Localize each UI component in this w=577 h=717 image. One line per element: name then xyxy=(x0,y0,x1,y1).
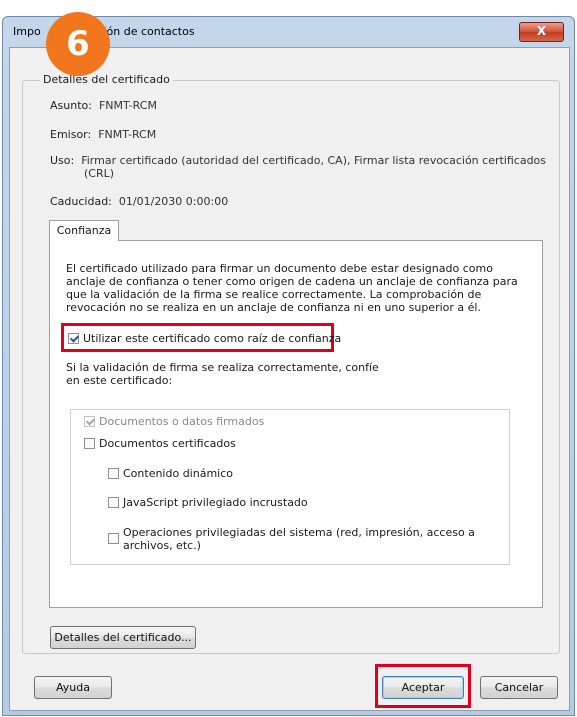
issuer-row: Emisor: FNMT-RCM xyxy=(50,128,156,141)
signed-docs-row: Documentos o datos firmados xyxy=(84,415,264,428)
js-privileged-row[interactable]: JavaScript privilegiado incrustado xyxy=(108,496,308,509)
use-label: Uso: xyxy=(50,154,75,167)
expiry-row: Caducidad: 01/01/2030 0:00:00 xyxy=(50,195,228,208)
dynamic-content-label: Contenido dinámico xyxy=(123,467,233,480)
issuer-label: Emisor: xyxy=(50,128,92,141)
group-legend: Detalles del certificado xyxy=(40,73,173,86)
certified-docs-row[interactable]: Documentos certificados xyxy=(84,437,236,450)
system-ops-checkbox[interactable] xyxy=(108,533,119,544)
root-trust-checkbox-label: Utilizar este certificado como raíz de c… xyxy=(83,332,342,345)
issuer-value: FNMT-RCM xyxy=(98,128,157,141)
close-icon: X xyxy=(536,24,547,38)
system-ops-row[interactable] xyxy=(108,532,123,545)
tab-confianza[interactable]: Confianza xyxy=(49,220,119,241)
expiry-label: Caducidad: xyxy=(50,195,112,208)
accept-button[interactable]: Aceptar xyxy=(382,676,464,699)
js-privileged-checkbox[interactable] xyxy=(108,497,119,508)
subject-row: Asunto: FNMT-RCM xyxy=(50,99,157,112)
step-number-badge: 6 xyxy=(46,12,110,76)
use-row: Uso: Firmar certificado (autoridad del c… xyxy=(50,154,546,167)
use-value-cont: (CRL) xyxy=(84,167,115,180)
use-value: Firmar certificado (autoridad del certif… xyxy=(81,154,547,167)
certified-docs-checkbox[interactable] xyxy=(84,438,95,449)
expiry-value: 01/01/2030 0:00:00 xyxy=(118,195,229,208)
signed-docs-label: Documentos o datos firmados xyxy=(99,415,265,428)
system-ops-label: Operaciones privilegiadas del sistema (r… xyxy=(123,526,475,539)
cancel-button[interactable]: Cancelar xyxy=(480,676,558,699)
dynamic-content-row[interactable]: Contenido dinámico xyxy=(108,467,233,480)
dynamic-content-checkbox[interactable] xyxy=(108,468,119,479)
certificate-details-button[interactable]: Detalles del certificado... xyxy=(50,626,196,649)
root-trust-checkbox-row[interactable]: Utilizar este certificado como raíz de c… xyxy=(68,332,341,345)
certified-docs-label: Documentos certificados xyxy=(99,437,236,450)
close-button[interactable]: X xyxy=(519,22,564,42)
trust-anchor-description: El certificado utilizado para firmar un … xyxy=(66,262,518,314)
window-title-left: Impo xyxy=(13,25,41,38)
subject-value: FNMT-RCM xyxy=(98,99,157,112)
subject-label: Asunto: xyxy=(50,99,92,112)
trust-if-valid-text: Si la validación de firma se realiza cor… xyxy=(66,361,379,387)
system-ops-label-cont: archivos, etc.) xyxy=(123,539,201,552)
root-trust-checkbox[interactable] xyxy=(68,333,79,344)
js-privileged-label: JavaScript privilegiado incrustado xyxy=(123,496,308,509)
help-button[interactable]: Ayuda xyxy=(34,676,112,699)
signed-docs-checkbox xyxy=(84,416,95,427)
